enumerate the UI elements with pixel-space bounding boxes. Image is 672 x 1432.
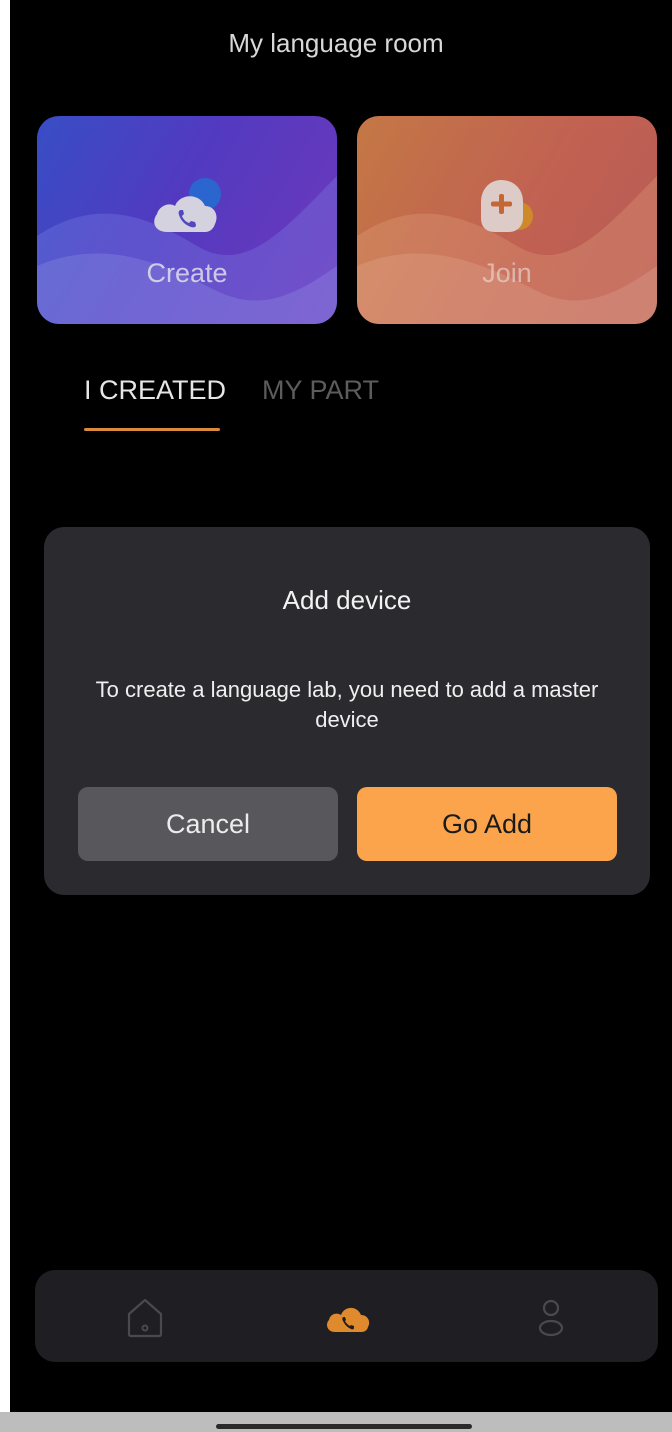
cancel-button[interactable]: Cancel	[78, 787, 338, 861]
active-tab-indicator	[84, 428, 220, 431]
go-add-button[interactable]: Go Add	[357, 787, 617, 861]
plus-badge-icon	[481, 180, 533, 232]
dialog-message: To create a language lab, you need to ad…	[95, 677, 599, 732]
create-card-label: Create	[146, 258, 228, 288]
home-icon	[127, 1298, 163, 1338]
join-card-label: Join	[482, 258, 532, 288]
person-icon	[538, 1299, 564, 1337]
nav-item-home[interactable]	[115, 1288, 175, 1344]
app-screen: My language room Create Join I CREATED M	[10, 0, 672, 1412]
cloud-phone-icon	[154, 178, 221, 232]
nav-item-language-room[interactable]	[317, 1288, 377, 1344]
create-room-card[interactable]: Create	[37, 116, 337, 324]
tab-i-created[interactable]: I CREATED	[84, 375, 226, 406]
tab-my-part[interactable]: MY PART	[262, 375, 379, 406]
bottom-navigation	[35, 1270, 658, 1362]
cloud-phone-icon	[327, 1307, 370, 1332]
add-device-dialog: Add device To create a language lab, you…	[44, 527, 650, 895]
home-indicator[interactable]	[216, 1424, 472, 1429]
join-room-card[interactable]: Join	[357, 116, 657, 324]
dialog-title: Add device	[282, 585, 412, 615]
system-gesture-bar	[0, 1412, 672, 1432]
nav-item-profile[interactable]	[521, 1288, 581, 1344]
page-title: My language room	[228, 28, 444, 58]
